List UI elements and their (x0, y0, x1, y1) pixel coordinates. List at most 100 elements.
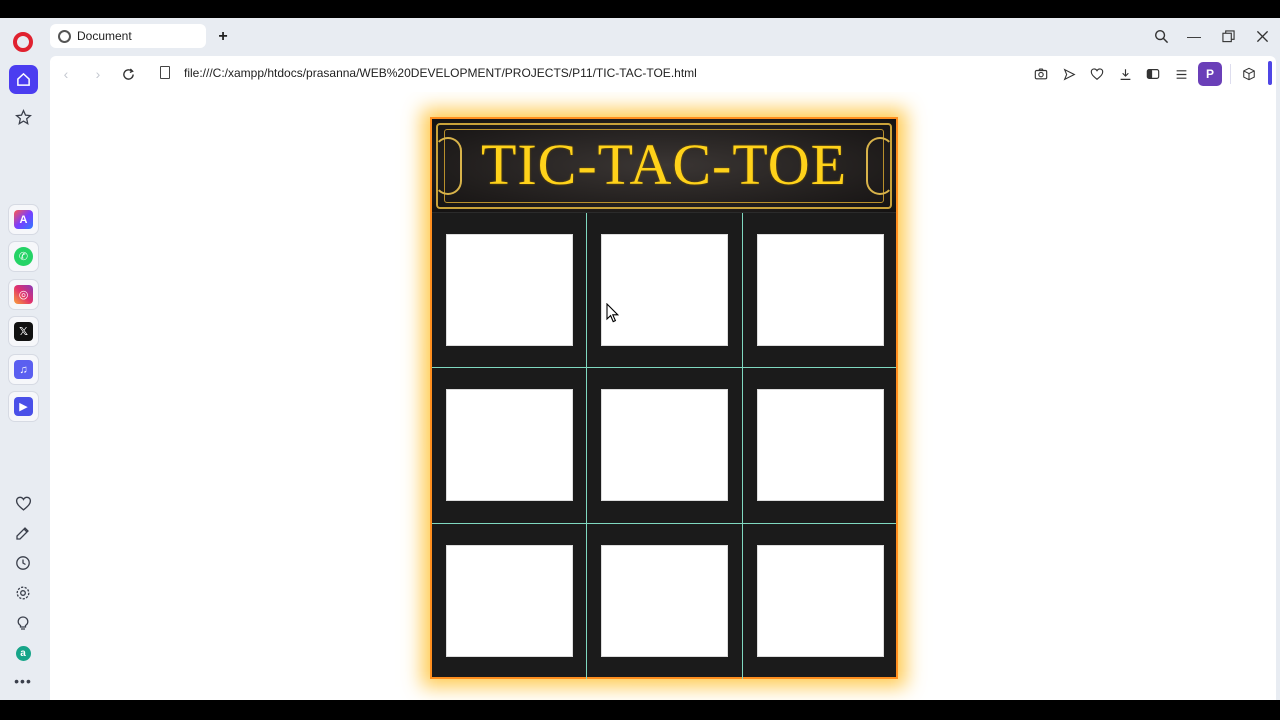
settings-button[interactable] (13, 583, 33, 603)
amazon-button[interactable]: a (13, 643, 33, 663)
pinboard-button[interactable] (13, 523, 33, 543)
downloads-button[interactable] (1116, 65, 1134, 83)
chevron-left-icon: ‹ (63, 66, 69, 82)
speed-dial-button[interactable] (13, 107, 33, 127)
screen: A ✆ ◎ 𝕏 ♫ ▶ a ••• Document + — ‹ › file:… (0, 0, 1280, 720)
address-bar: ‹ › file:///C:/xampp/htdocs/prasanna/WEB… (50, 56, 1276, 92)
page-info-icon[interactable] (160, 66, 170, 79)
easy-setup-button[interactable] (1172, 65, 1190, 83)
url-field[interactable]: file:///C:/xampp/htdocs/prasanna/WEB%20D… (184, 66, 697, 80)
player-icon: ▶ (14, 397, 33, 416)
tab-title: Document (77, 29, 132, 43)
grid-line-horizontal-2 (432, 523, 896, 524)
profile-avatar[interactable]: P (1198, 62, 1222, 86)
home-icon (17, 72, 30, 86)
minimize-button[interactable]: — (1183, 26, 1205, 46)
cell-2-button[interactable] (601, 234, 728, 346)
cell-8 (587, 524, 742, 679)
aria-button[interactable]: A (9, 205, 38, 234)
close-icon (1256, 30, 1268, 42)
heart-icon (1090, 68, 1104, 80)
title-banner: TIC-TAC-TOE (432, 119, 896, 213)
cube-icon (1243, 67, 1255, 81)
history-icon (16, 556, 30, 570)
forward-button[interactable]: › (88, 64, 108, 84)
cell-1 (432, 213, 587, 368)
sidebar-toggle-button[interactable] (1144, 65, 1162, 83)
send-icon (1063, 68, 1076, 80)
game-title: TIC-TAC-TOE (480, 132, 848, 197)
star-icon (14, 108, 32, 125)
snapshot-button[interactable] (1032, 65, 1050, 83)
page-viewport: TIC-TAC-TOE (50, 92, 1276, 700)
tab-strip: Document + — (46, 18, 1280, 56)
game-board-container: TIC-TAC-TOE (430, 117, 898, 679)
music-icon: ♫ (14, 360, 33, 379)
sidebar-icon (1146, 69, 1160, 79)
extensions-button[interactable] (1240, 65, 1258, 83)
accent-bar (1268, 61, 1272, 85)
cell-9 (743, 524, 898, 679)
flow-button[interactable] (1060, 65, 1078, 83)
instagram-icon: ◎ (14, 285, 33, 304)
search-tabs-button[interactable] (1150, 26, 1172, 46)
grid-line-vertical-1 (586, 213, 587, 679)
bookmark-button[interactable] (1088, 65, 1106, 83)
heart-icon (15, 496, 31, 511)
back-button[interactable]: ‹ (56, 64, 76, 84)
globe-icon (58, 29, 71, 43)
amazon-icon: a (15, 645, 31, 661)
x-icon: 𝕏 (14, 322, 33, 341)
edit-icon (16, 527, 29, 540)
cell-4 (432, 368, 587, 523)
restore-icon (1221, 29, 1235, 42)
divider (1230, 64, 1231, 84)
more-button[interactable]: ••• (13, 671, 33, 691)
cell-6 (743, 368, 898, 523)
camera-icon (1034, 68, 1048, 80)
cell-3-button[interactable] (757, 234, 884, 346)
bulb-icon (17, 616, 29, 630)
chevron-right-icon: › (95, 66, 101, 82)
cell-3 (743, 213, 898, 368)
cell-4-button[interactable] (446, 389, 573, 501)
cell-9-button[interactable] (757, 545, 884, 657)
settings-icon (16, 586, 30, 600)
whatsapp-icon: ✆ (14, 247, 33, 266)
favorites-button[interactable] (13, 493, 33, 513)
cell-5-button[interactable] (601, 389, 728, 501)
minimize-icon: — (1187, 28, 1201, 44)
aria-icon: A (14, 210, 33, 229)
history-button[interactable] (13, 553, 33, 573)
opera-logo[interactable] (13, 32, 33, 52)
menu-icon (1176, 69, 1186, 79)
tab-document[interactable]: Document (50, 24, 206, 48)
whatsapp-button[interactable]: ✆ (9, 242, 38, 271)
game-grid (432, 213, 896, 679)
reload-icon (122, 67, 134, 80)
tips-button[interactable] (13, 613, 33, 633)
cell-8-button[interactable] (601, 545, 728, 657)
cell-6-button[interactable] (757, 389, 884, 501)
cell-2 (587, 213, 742, 368)
player-button[interactable]: ▶ (9, 392, 38, 421)
restore-button[interactable] (1217, 26, 1239, 46)
home-button[interactable] (9, 65, 38, 94)
close-window-button[interactable] (1251, 26, 1273, 46)
mouse-cursor-icon (606, 303, 620, 323)
reload-button[interactable] (118, 64, 138, 84)
cell-7 (432, 524, 587, 679)
download-icon (1120, 68, 1130, 80)
browser-window: A ✆ ◎ 𝕏 ♫ ▶ a ••• Document + — ‹ › file:… (0, 18, 1280, 700)
cell-7-button[interactable] (446, 545, 573, 657)
new-tab-button[interactable]: + (214, 28, 232, 46)
cell-1-button[interactable] (446, 234, 573, 346)
instagram-button[interactable]: ◎ (9, 280, 38, 309)
x-button[interactable]: 𝕏 (9, 317, 38, 346)
more-icon: ••• (14, 673, 32, 689)
sidebar: A ✆ ◎ 𝕏 ♫ ▶ a ••• (0, 18, 46, 700)
grid-line-horizontal-1 (432, 367, 896, 368)
cell-5 (587, 368, 742, 523)
grid-line-vertical-2 (742, 213, 743, 679)
music-button[interactable]: ♫ (9, 355, 38, 384)
